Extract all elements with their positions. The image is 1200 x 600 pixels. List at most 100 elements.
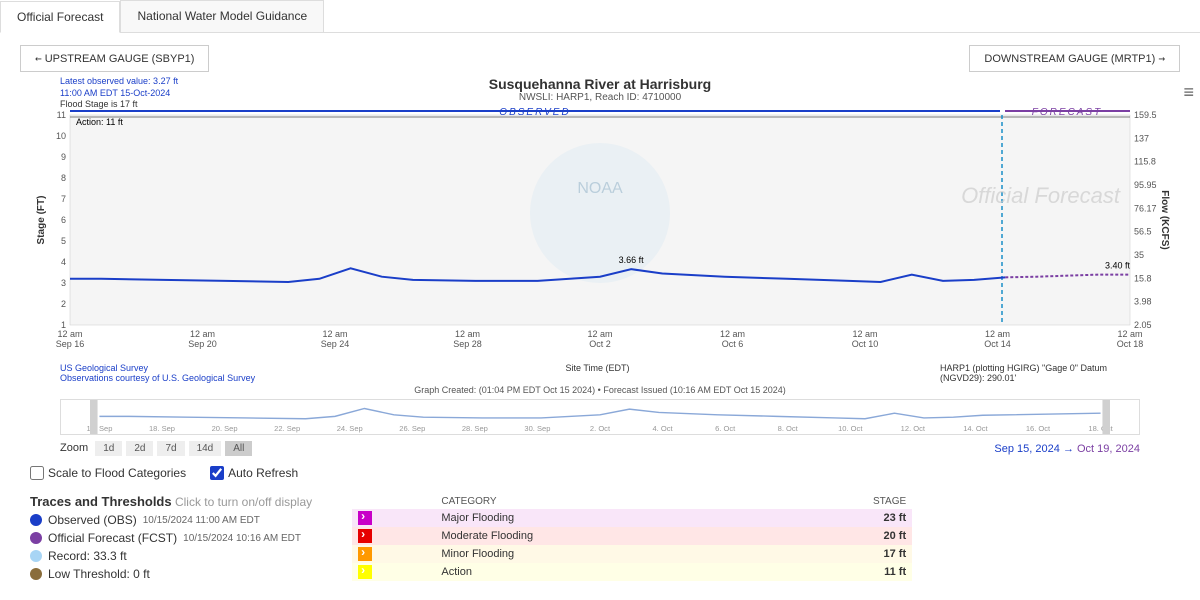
svg-text:12 am: 12 am xyxy=(322,329,347,339)
traces-heading: Traces and Thresholds xyxy=(30,494,172,509)
action-icon xyxy=(358,565,372,579)
cat-min-stage: 17 ft xyxy=(768,545,913,563)
svg-text:Sep 24: Sep 24 xyxy=(321,339,350,349)
svg-text:NOAA: NOAA xyxy=(577,180,623,197)
gauge-nav-row: ← UPSTREAM GAUGE (SBYP1) DOWNSTREAM GAUG… xyxy=(0,33,1200,72)
svg-text:30. Sep: 30. Sep xyxy=(524,424,550,433)
trace-item-3[interactable]: Low Threshold: 0 ft xyxy=(30,567,312,581)
svg-text:12. Oct: 12. Oct xyxy=(901,424,926,433)
scale-to-flood-input[interactable] xyxy=(30,466,44,480)
forecast-end-annotation: 3.40 ft xyxy=(1105,261,1131,271)
cat-min-label: Minor Flooding xyxy=(435,545,767,563)
range-arrow-icon: → xyxy=(1063,443,1074,455)
chart-container: Latest observed value: 3.27 ft 11:00 AM … xyxy=(0,76,1200,363)
downstream-gauge-label: DOWNSTREAM GAUGE (MRTP1) xyxy=(984,53,1155,65)
moderate-flood-icon xyxy=(358,529,372,543)
svg-text:12 am: 12 am xyxy=(985,329,1010,339)
traces-hint: Click to turn on/off display xyxy=(175,495,312,509)
options-row: Scale to Flood Categories Auto Refresh xyxy=(0,462,1200,484)
svg-text:Oct 18: Oct 18 xyxy=(1117,339,1144,349)
auto-refresh-input[interactable] xyxy=(210,466,224,480)
trace-item-2[interactable]: Record: 33.3 ft xyxy=(30,549,312,563)
svg-text:2: 2 xyxy=(61,299,66,309)
trace-swatch-icon xyxy=(30,550,42,562)
tab-nwm-guidance[interactable]: National Water Model Guidance xyxy=(120,0,324,32)
svg-text:12 am: 12 am xyxy=(1117,329,1142,339)
tab-official-forecast[interactable]: Official Forecast xyxy=(0,1,120,33)
svg-text:115.8: 115.8 xyxy=(1134,157,1156,167)
trace-swatch-icon xyxy=(30,532,42,544)
svg-text:24. Sep: 24. Sep xyxy=(337,424,363,433)
zoom-All-button[interactable]: All xyxy=(225,441,252,456)
svg-text:Sep 20: Sep 20 xyxy=(188,339,217,349)
svg-text:Sep 16: Sep 16 xyxy=(56,339,85,349)
trace-item-0[interactable]: Observed (OBS) 10/15/2024 11:00 AM EDT xyxy=(30,513,312,527)
svg-text:16. Oct: 16. Oct xyxy=(1026,424,1051,433)
upstream-gauge-button[interactable]: ← UPSTREAM GAUGE (SBYP1) xyxy=(20,45,209,72)
svg-text:Sep 28: Sep 28 xyxy=(453,339,482,349)
svg-text:2. Oct: 2. Oct xyxy=(590,424,611,433)
cat-act-label: Action xyxy=(435,563,767,581)
peak-annotation: 3.66 ft xyxy=(619,255,645,265)
svg-text:7: 7 xyxy=(61,194,66,204)
svg-text:3: 3 xyxy=(61,278,66,288)
chart-menu-icon[interactable]: ≡ xyxy=(1183,82,1194,103)
graph-created-note: Graph Created: (01:04 PM EDT Oct 15 2024… xyxy=(0,385,1200,395)
range-start[interactable]: Sep 15, 2024 xyxy=(994,443,1059,455)
trace-item-1[interactable]: Official Forecast (FCST) 10/15/2024 10:1… xyxy=(30,531,312,545)
flood-stage-note: Flood Stage is 17 ft xyxy=(60,99,178,111)
svg-text:12 am: 12 am xyxy=(57,329,82,339)
svg-text:12 am: 12 am xyxy=(720,329,745,339)
svg-text:8: 8 xyxy=(61,173,66,183)
watermark-label: Official Forecast xyxy=(961,183,1121,208)
major-flood-icon xyxy=(358,511,372,525)
bottom-panel: Traces and Thresholds Click to turn on/o… xyxy=(0,484,1200,591)
svg-text:95.95: 95.95 xyxy=(1134,180,1157,190)
svg-text:12 am: 12 am xyxy=(190,329,215,339)
downstream-gauge-button[interactable]: DOWNSTREAM GAUGE (MRTP1) → xyxy=(969,45,1180,72)
action-line-label: Action: 11 ft xyxy=(76,117,123,127)
range-end[interactable]: Oct 19, 2024 xyxy=(1077,443,1140,455)
traces-panel: Traces and Thresholds Click to turn on/o… xyxy=(30,494,312,581)
usgs-credit-2: Observations courtesy of U.S. Geological… xyxy=(60,373,255,383)
scale-to-flood-checkbox[interactable]: Scale to Flood Categories xyxy=(30,466,186,480)
cat-mod-stage: 20 ft xyxy=(768,527,913,545)
navigator-strip[interactable]: 16. Sep18. Sep20. Sep22. Sep24. Sep26. S… xyxy=(60,399,1140,435)
arrow-left-icon: ← xyxy=(35,52,42,65)
zoom-2d-button[interactable]: 2d xyxy=(126,441,153,456)
hydrograph-chart[interactable]: NOAA OBSERVED FORECAST Action: 11 ft 123… xyxy=(30,103,1170,363)
svg-text:Oct 6: Oct 6 xyxy=(722,339,744,349)
minor-flood-icon xyxy=(358,547,372,561)
zoom-1d-button[interactable]: 1d xyxy=(95,441,122,456)
svg-text:20. Sep: 20. Sep xyxy=(212,424,238,433)
svg-text:Oct 10: Oct 10 xyxy=(852,339,879,349)
svg-text:12 am: 12 am xyxy=(455,329,480,339)
forecast-segment-label: FORECAST xyxy=(1032,107,1102,118)
svg-text:8. Oct: 8. Oct xyxy=(778,424,799,433)
auto-refresh-checkbox[interactable]: Auto Refresh xyxy=(210,466,298,480)
svg-text:12 am: 12 am xyxy=(852,329,877,339)
svg-text:10. Oct: 10. Oct xyxy=(838,424,863,433)
zoom-14d-button[interactable]: 14d xyxy=(189,441,222,456)
zoom-7d-button[interactable]: 7d xyxy=(157,441,184,456)
latest-observed-ts: 11:00 AM EDT 15-Oct-2024 xyxy=(60,88,178,100)
datum-note: HARP1 (plotting HGIRG) "Gage 0" Datum (N… xyxy=(940,363,1140,383)
cat-act-stage: 11 ft xyxy=(768,563,913,581)
svg-text:18. Sep: 18. Sep xyxy=(149,424,175,433)
svg-text:4: 4 xyxy=(61,257,66,267)
chart-title: Susquehanna River at Harrisburg xyxy=(30,76,1170,92)
svg-text:12 am: 12 am xyxy=(587,329,612,339)
svg-text:4. Oct: 4. Oct xyxy=(652,424,673,433)
trace-swatch-icon xyxy=(30,568,42,580)
visible-range: Sep 15, 2024 → Oct 19, 2024 xyxy=(994,443,1140,455)
svg-text:22. Sep: 22. Sep xyxy=(274,424,300,433)
svg-text:3.98: 3.98 xyxy=(1134,297,1152,307)
svg-text:Oct 2: Oct 2 xyxy=(589,339,611,349)
svg-text:14. Oct: 14. Oct xyxy=(963,424,988,433)
category-header: CATEGORY xyxy=(435,494,767,509)
svg-text:159.5: 159.5 xyxy=(1134,110,1157,120)
chart-subtitle: NWSLI: HARP1, Reach ID: 4710000 xyxy=(30,92,1170,103)
latest-observed: Latest observed value: 3.27 ft xyxy=(60,76,178,88)
svg-text:56.5: 56.5 xyxy=(1134,227,1152,237)
chart-meta: Latest observed value: 3.27 ft 11:00 AM … xyxy=(60,76,178,111)
